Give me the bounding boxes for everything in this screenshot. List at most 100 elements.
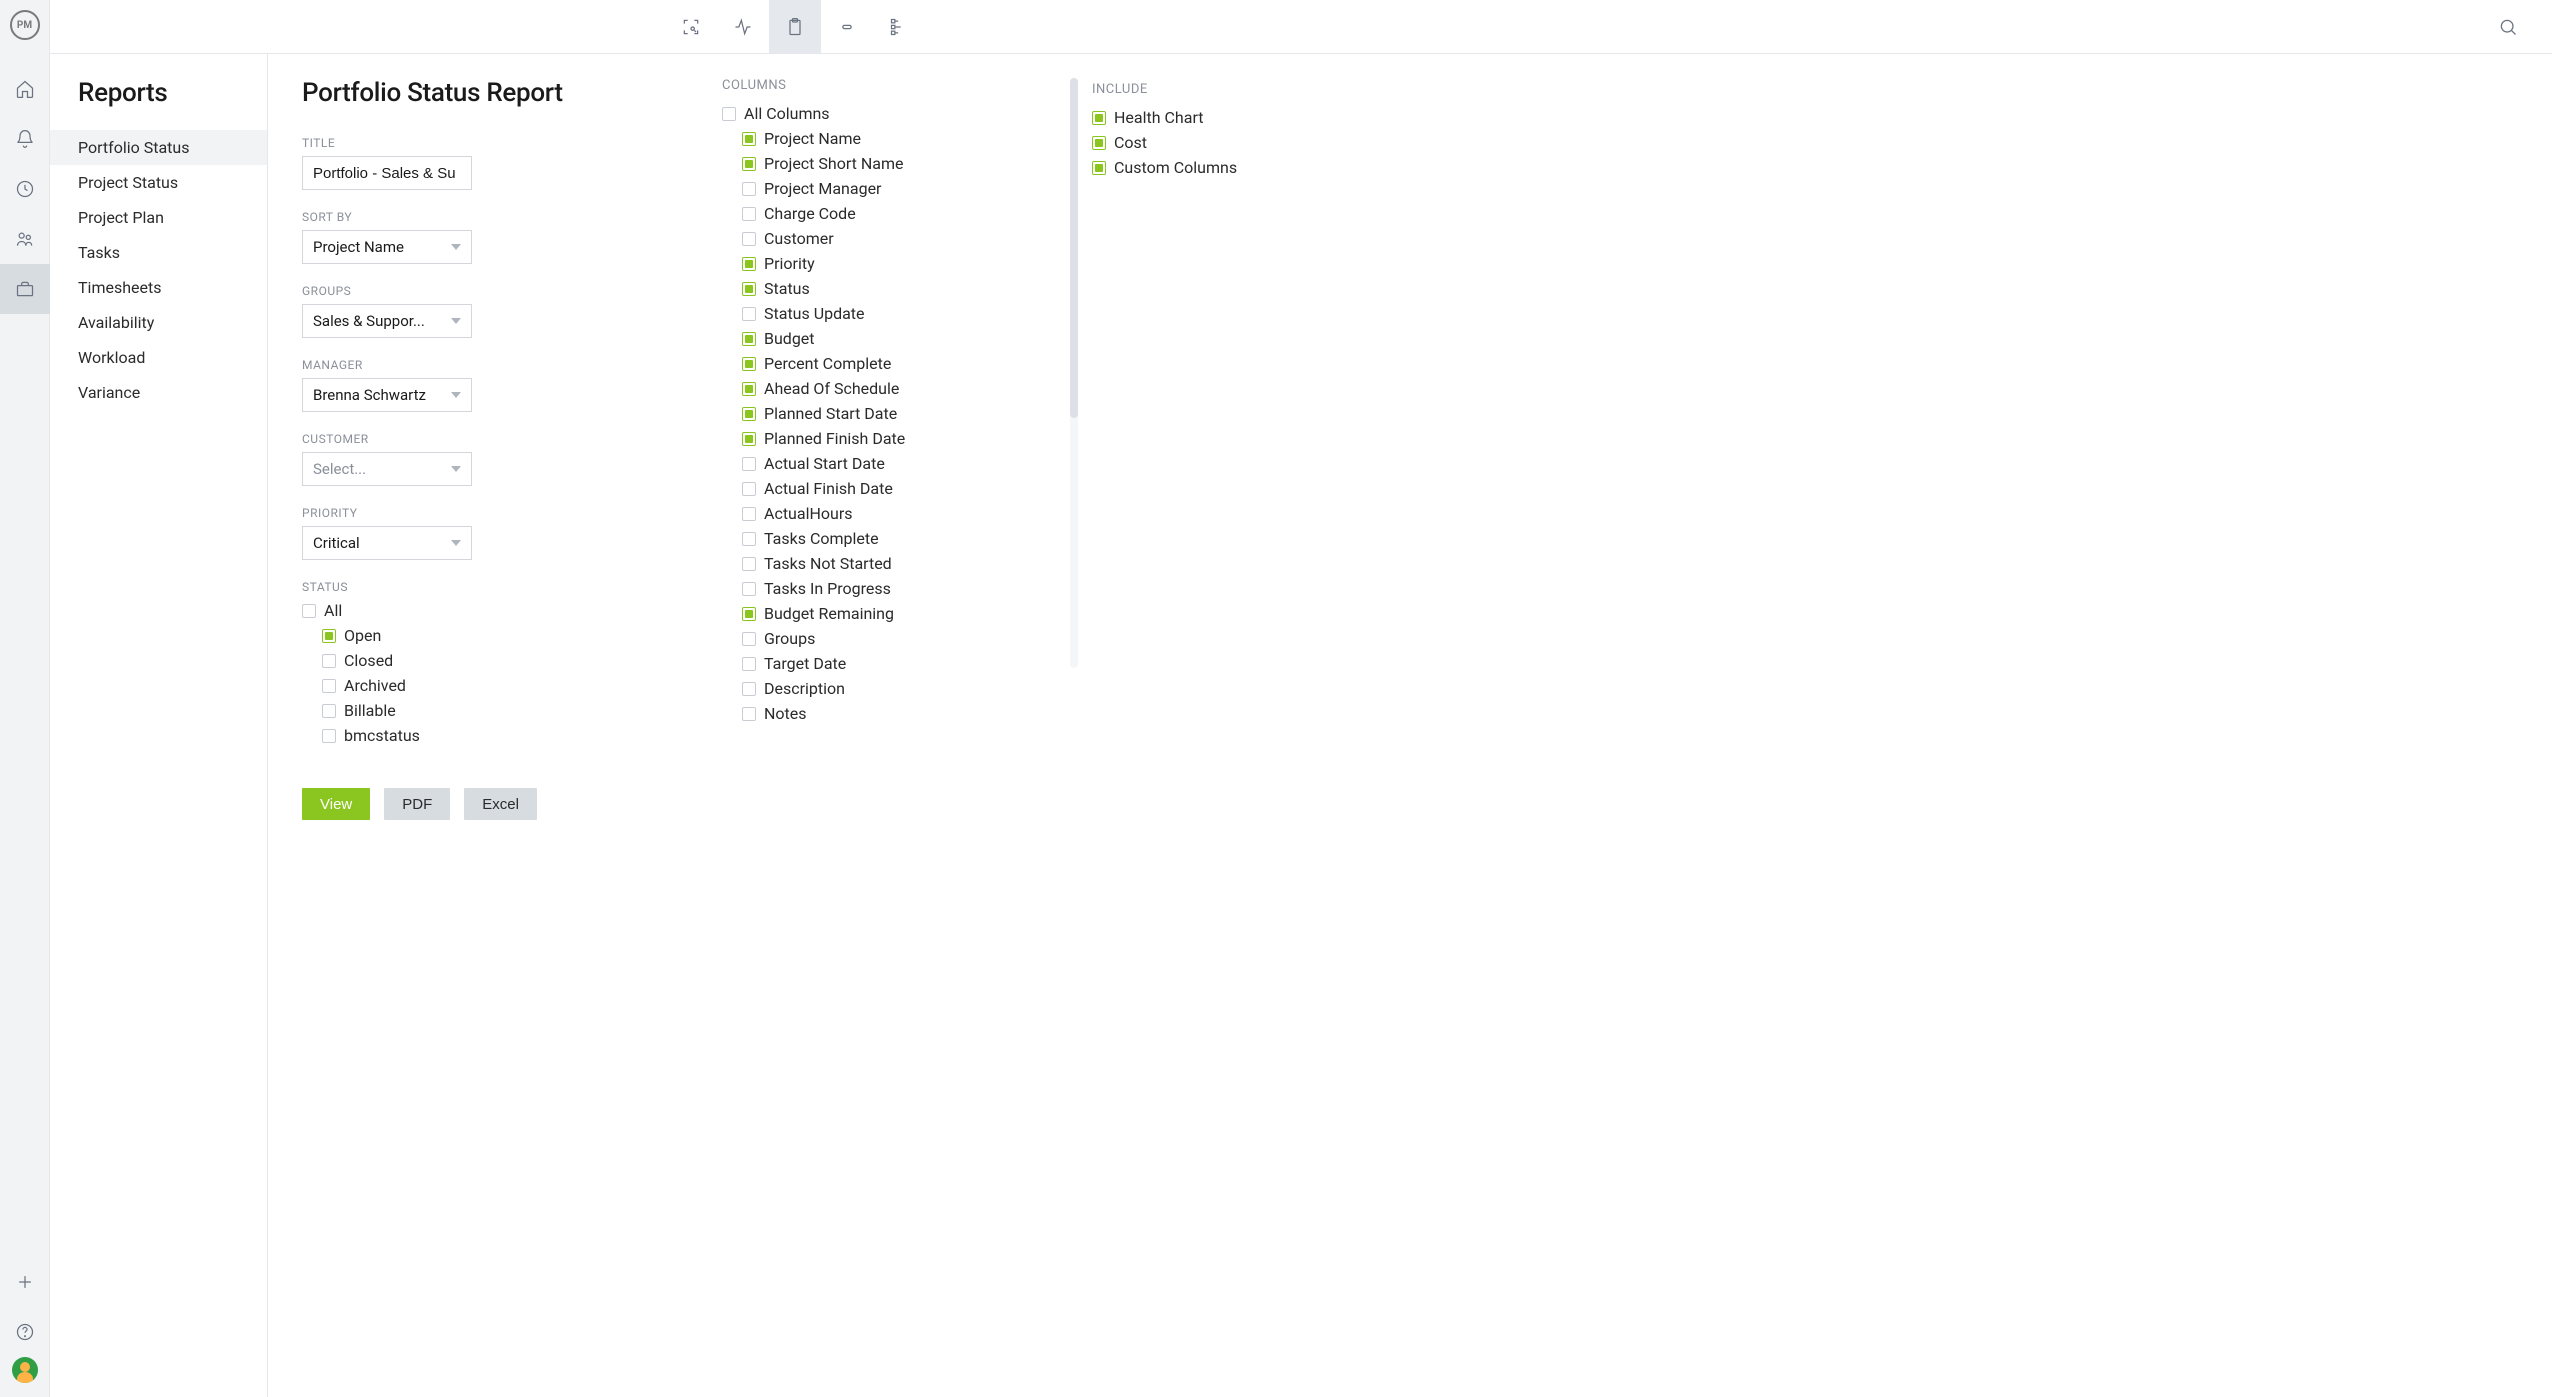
column-item-project-short-name[interactable]: Project Short Name [742, 153, 1072, 174]
sidebar-item-variance[interactable]: Variance [50, 375, 267, 410]
plus-icon[interactable] [0, 1257, 50, 1307]
checkbox[interactable] [742, 232, 756, 246]
avatar[interactable] [12, 1357, 38, 1383]
include-item-health-chart[interactable]: Health Chart [1092, 107, 1352, 128]
checkbox[interactable] [322, 729, 336, 743]
checkbox[interactable] [1092, 161, 1106, 175]
column-item-tasks-in-progress[interactable]: Tasks In Progress [742, 578, 1072, 599]
checkbox[interactable] [742, 407, 756, 421]
link-icon[interactable] [821, 0, 873, 54]
column-item-customer[interactable]: Customer [742, 228, 1072, 249]
checkbox[interactable] [742, 507, 756, 521]
status-item-open[interactable]: Open [322, 625, 702, 646]
column-item-ahead-of-schedule[interactable]: Ahead Of Schedule [742, 378, 1072, 399]
status-item-archived[interactable]: Archived [322, 675, 702, 696]
column-item-tasks-complete[interactable]: Tasks Complete [742, 528, 1072, 549]
people-icon[interactable] [0, 214, 50, 264]
help-icon[interactable] [0, 1307, 50, 1357]
column-item-status-update[interactable]: Status Update [742, 303, 1072, 324]
checkbox[interactable] [1092, 136, 1106, 150]
column-item-budget[interactable]: Budget [742, 328, 1072, 349]
pdf-button[interactable]: PDF [384, 788, 450, 820]
column-item-budget-remaining[interactable]: Budget Remaining [742, 603, 1072, 624]
sidebar-item-project-status[interactable]: Project Status [50, 165, 267, 200]
sidebar-item-availability[interactable]: Availability [50, 305, 267, 340]
checkbox[interactable] [742, 557, 756, 571]
column-item-actual-finish-date[interactable]: Actual Finish Date [742, 478, 1072, 499]
home-icon[interactable] [0, 64, 50, 114]
column-item-actual-start-date[interactable]: Actual Start Date [742, 453, 1072, 474]
column-item-actualhours[interactable]: ActualHours [742, 503, 1072, 524]
checkbox[interactable] [1092, 111, 1106, 125]
sidebar-item-timesheets[interactable]: Timesheets [50, 270, 267, 305]
title-input[interactable] [302, 156, 472, 190]
checkbox[interactable] [742, 432, 756, 446]
groups-select[interactable]: Sales & Suppor... [302, 304, 472, 338]
priority-select[interactable]: Critical [302, 526, 472, 560]
include-item-cost[interactable]: Cost [1092, 132, 1352, 153]
checkbox[interactable] [742, 607, 756, 621]
checkbox[interactable] [742, 657, 756, 671]
checkbox[interactable] [742, 307, 756, 321]
checkbox[interactable] [302, 604, 316, 618]
column-item-priority[interactable]: Priority [742, 253, 1072, 274]
checkbox[interactable] [722, 107, 736, 121]
column-item-tasks-not-started[interactable]: Tasks Not Started [742, 553, 1072, 574]
column-item-project-name[interactable]: Project Name [742, 128, 1072, 149]
sortby-select[interactable]: Project Name [302, 230, 472, 264]
flow-icon[interactable] [873, 0, 925, 54]
column-item-project-manager[interactable]: Project Manager [742, 178, 1072, 199]
column-item-planned-finish-date[interactable]: Planned Finish Date [742, 428, 1072, 449]
status-item-billable[interactable]: Billable [322, 700, 702, 721]
manager-select[interactable]: Brenna Schwartz [302, 378, 472, 412]
clock-icon[interactable] [0, 164, 50, 214]
briefcase-icon[interactable] [0, 264, 50, 314]
scan-icon[interactable] [665, 0, 717, 54]
bell-icon[interactable] [0, 114, 50, 164]
checkbox[interactable] [742, 707, 756, 721]
column-item-description[interactable]: Description [742, 678, 1072, 699]
column-item-planned-start-date[interactable]: Planned Start Date [742, 403, 1072, 424]
status-item-all[interactable]: All [302, 600, 702, 621]
column-item-target-date[interactable]: Target Date [742, 653, 1072, 674]
checkbox[interactable] [742, 282, 756, 296]
checkbox[interactable] [742, 132, 756, 146]
checkbox[interactable] [742, 482, 756, 496]
checkbox[interactable] [742, 532, 756, 546]
activity-icon[interactable] [717, 0, 769, 54]
checkbox[interactable] [742, 157, 756, 171]
column-item-groups[interactable]: Groups [742, 628, 1072, 649]
sidebar-item-portfolio-status[interactable]: Portfolio Status [50, 130, 267, 165]
column-item-status[interactable]: Status [742, 278, 1072, 299]
sidebar-item-workload[interactable]: Workload [50, 340, 267, 375]
checkbox[interactable] [742, 332, 756, 346]
search-icon[interactable] [2482, 0, 2534, 54]
checkbox[interactable] [322, 704, 336, 718]
column-item-notes[interactable]: Notes [742, 703, 1072, 724]
checkbox[interactable] [322, 654, 336, 668]
status-item-closed[interactable]: Closed [322, 650, 702, 671]
clipboard-icon[interactable] [769, 0, 821, 54]
customer-select[interactable]: Select... [302, 452, 472, 486]
checkbox[interactable] [742, 682, 756, 696]
checkbox[interactable] [322, 629, 336, 643]
sidebar-item-project-plan[interactable]: Project Plan [50, 200, 267, 235]
excel-button[interactable]: Excel [464, 788, 537, 820]
column-item-percent-complete[interactable]: Percent Complete [742, 353, 1072, 374]
view-button[interactable]: View [302, 788, 370, 820]
column-item-all-columns[interactable]: All Columns [722, 103, 1072, 124]
checkbox[interactable] [742, 257, 756, 271]
checkbox[interactable] [742, 207, 756, 221]
checkbox[interactable] [742, 182, 756, 196]
column-item-charge-code[interactable]: Charge Code [742, 203, 1072, 224]
checkbox[interactable] [742, 382, 756, 396]
status-item-bmcstatus[interactable]: bmcstatus [322, 725, 702, 746]
checkbox[interactable] [742, 582, 756, 596]
include-item-custom-columns[interactable]: Custom Columns [1092, 157, 1352, 178]
checkbox[interactable] [742, 357, 756, 371]
checkbox[interactable] [322, 679, 336, 693]
sidebar-item-tasks[interactable]: Tasks [50, 235, 267, 270]
checkbox[interactable] [742, 457, 756, 471]
checkbox[interactable] [742, 632, 756, 646]
columns-scrollbar[interactable] [1070, 78, 1078, 668]
